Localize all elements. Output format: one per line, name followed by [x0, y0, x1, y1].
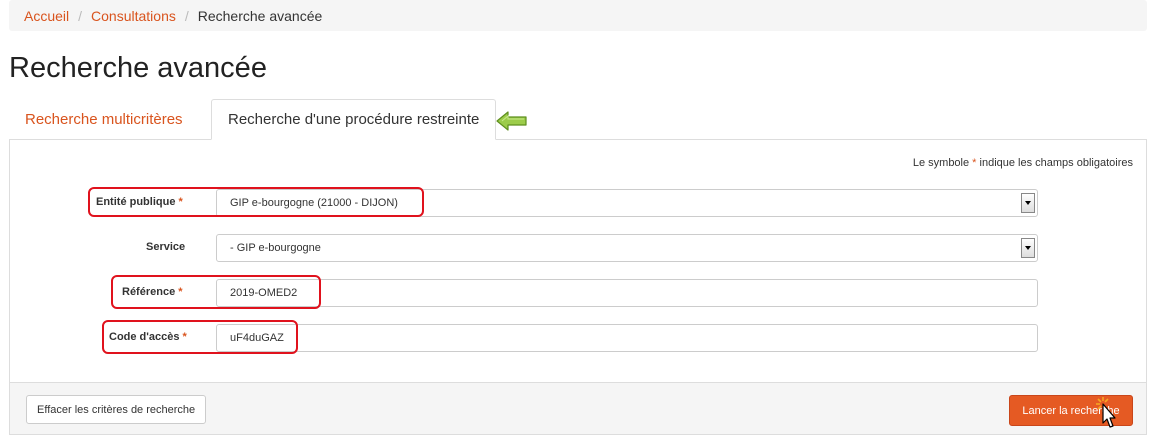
tab-multicriteria[interactable]: Recherche multicritères [9, 99, 199, 140]
chevron-down-icon[interactable] [1021, 238, 1035, 258]
access-code-input[interactable]: uF4duGAZ [216, 324, 1038, 352]
required-star: * [178, 286, 183, 298]
reference-label-text: Référence [122, 286, 176, 298]
tab-restricted-procedure[interactable]: Recherche d'une procédure restreinte [211, 99, 497, 140]
service-select-value: - GIP e-bourgogne [230, 242, 321, 254]
required-star: * [182, 331, 187, 343]
mandatory-note-text: Le symbole [912, 157, 973, 169]
access-code-input-value: uF4duGAZ [230, 332, 284, 344]
chevron-down-icon[interactable] [1021, 193, 1035, 213]
entity-select-value: GIP e-bourgogne (21000 - DIJON) [230, 197, 398, 209]
mandatory-note: Le symbole * indique les champs obligato… [913, 157, 1133, 169]
arrow-left-icon [496, 111, 527, 131]
breadcrumb-consultations-link[interactable]: Consultations [91, 8, 176, 24]
reference-label: Référence * [122, 286, 183, 298]
service-label: Service [146, 241, 186, 253]
form-actions-bar: Effacer les critères de recherche Lancer… [10, 382, 1146, 434]
page-title: Recherche avancée [9, 52, 267, 84]
clear-criteria-button[interactable]: Effacer les critères de recherche [26, 395, 207, 424]
required-star: * [178, 196, 183, 208]
access-code-label: Code d'accès * [109, 331, 187, 343]
reference-input[interactable]: 2019-OMED2 [216, 279, 1038, 307]
tab-bar: Recherche multicritères Recherche d'une … [9, 99, 1147, 140]
reference-input-value: 2019-OMED2 [230, 287, 298, 299]
breadcrumb-home-link[interactable]: Accueil [24, 8, 69, 24]
search-panel: Le symbole * indique les champs obligato… [9, 140, 1147, 435]
cursor-click-icon [1096, 397, 1116, 428]
access-code-label-text: Code d'accès [109, 331, 180, 343]
entity-label: Entité publique * [96, 196, 183, 208]
breadcrumb-separator: / [184, 7, 189, 24]
breadcrumb-current: Recherche avancée [197, 7, 323, 24]
mandatory-note-text: indique les champs obligatoires [976, 157, 1134, 169]
entity-label-text: Entité publique [96, 196, 176, 208]
entity-select[interactable]: GIP e-bourgogne (21000 - DIJON) [216, 189, 1038, 217]
breadcrumb-separator: / [78, 7, 83, 24]
service-select[interactable]: - GIP e-bourgogne [216, 234, 1038, 262]
breadcrumb: Accueil / Consultations / Recherche avan… [9, 0, 1147, 31]
